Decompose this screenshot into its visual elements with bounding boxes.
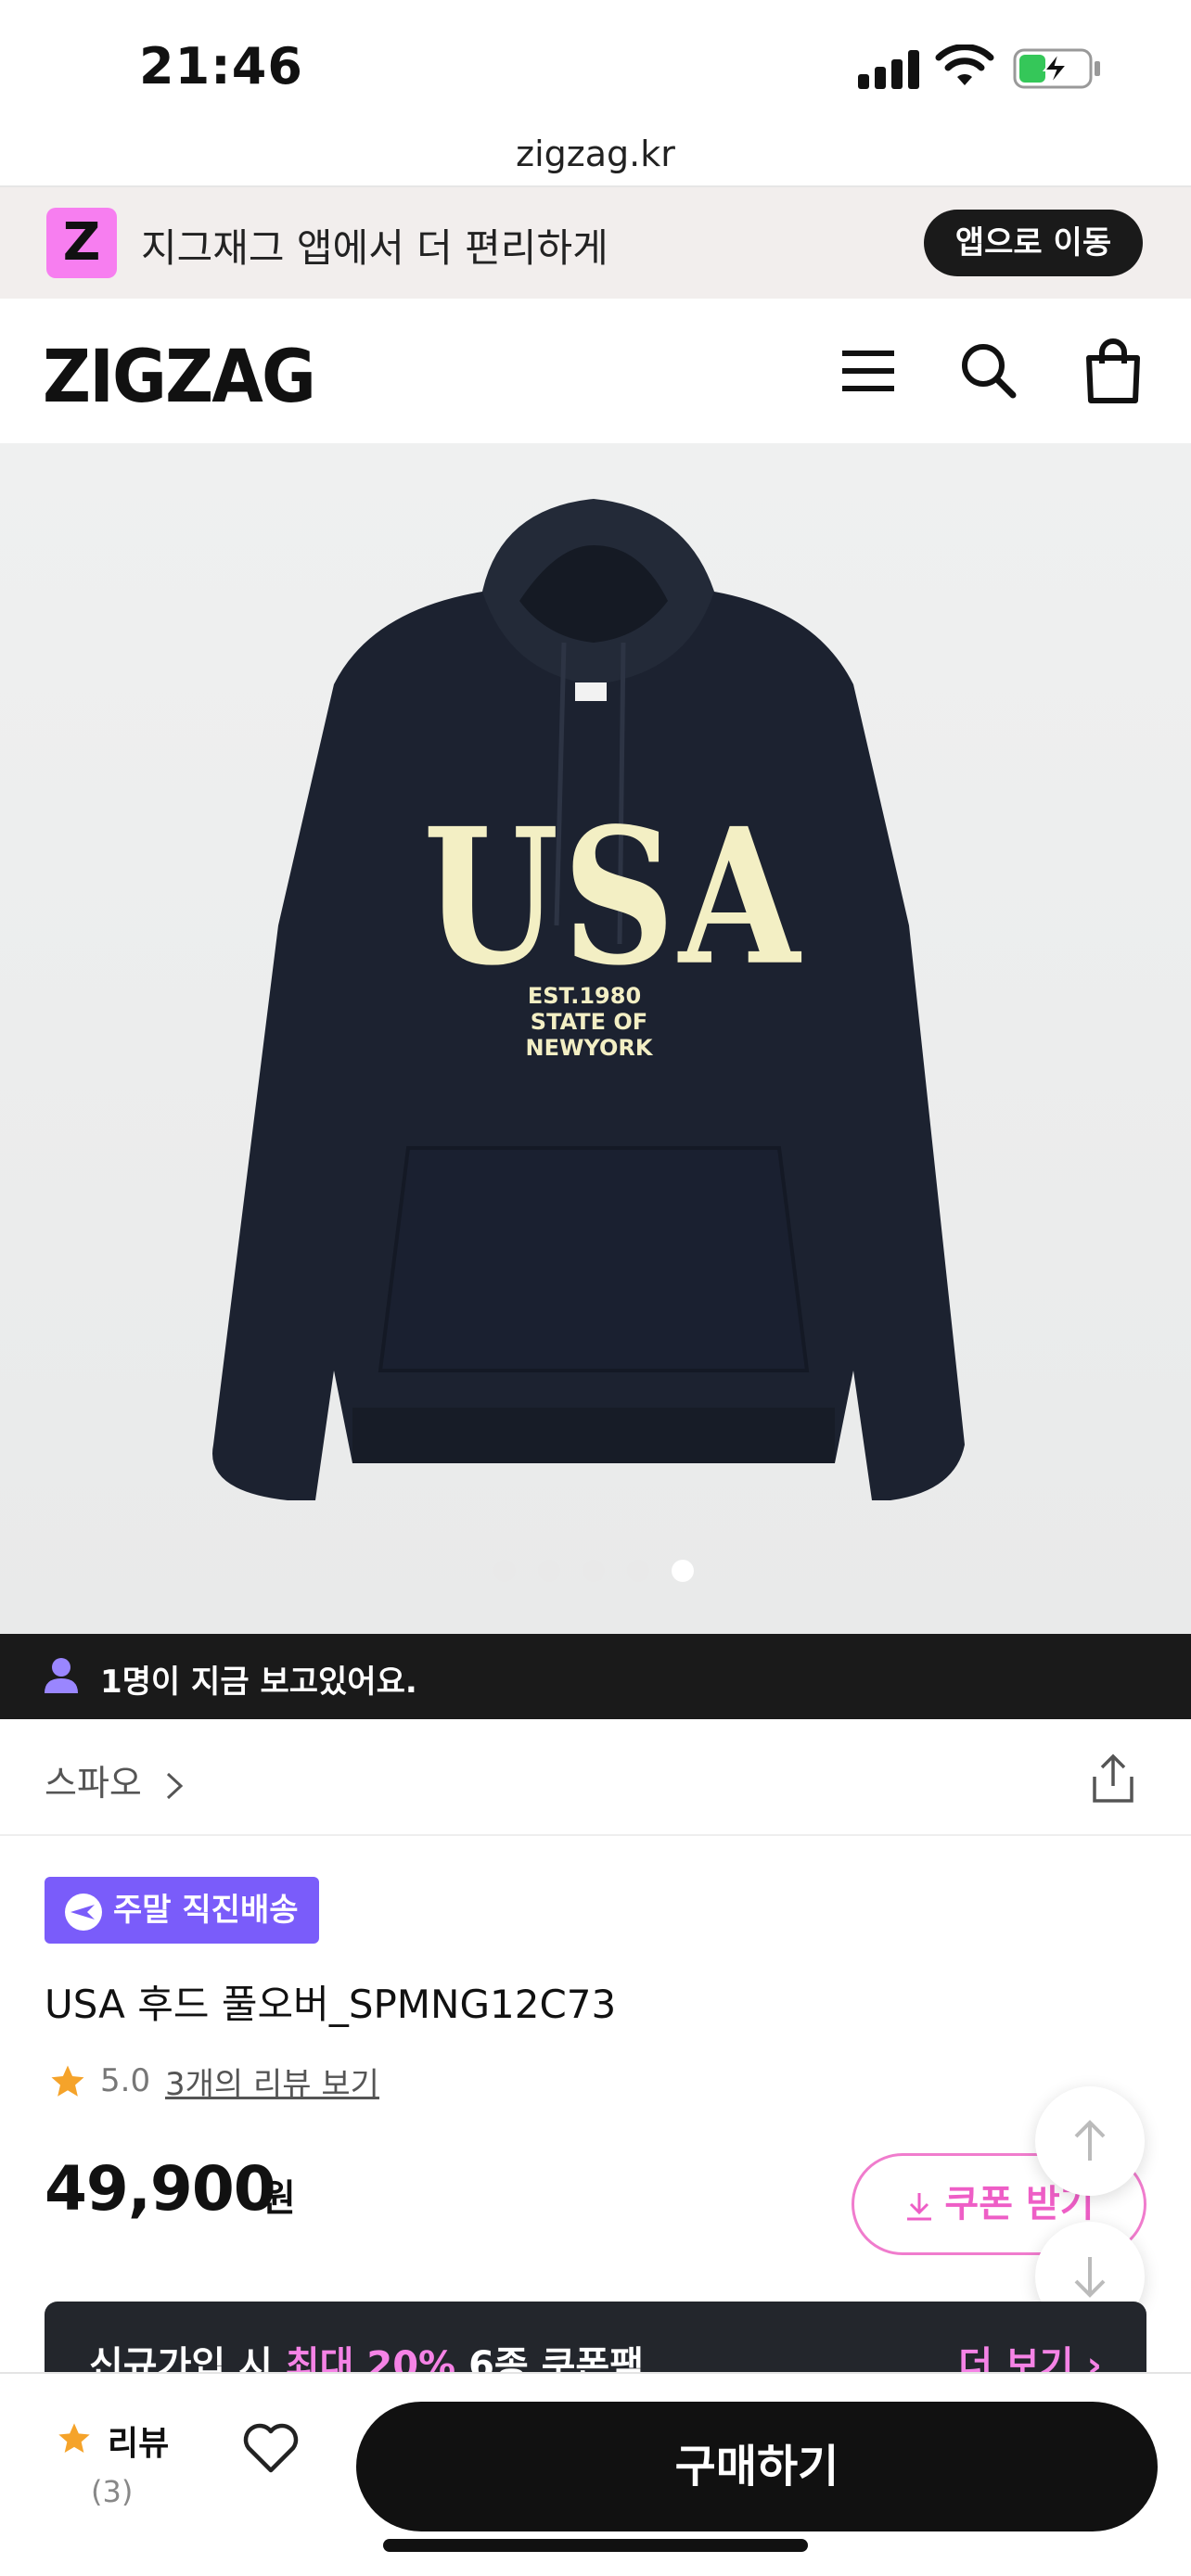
download-icon xyxy=(907,2193,932,2221)
browser-url-bar[interactable]: zigzag.kr xyxy=(0,130,1191,187)
carousel-dot[interactable] xyxy=(493,1560,516,1582)
brand-row: 스파오 xyxy=(0,1719,1191,1836)
product-price: 49,900 xyxy=(45,2153,276,2225)
carousel-dot[interactable] xyxy=(583,1560,605,1582)
hoodie-print-state: STATE OF NEWYORK xyxy=(525,1009,653,1061)
zigzag-app-logo: Z xyxy=(46,208,117,278)
product-page: 21:46 zigzag.kr Z 지그재그 앱에서 더 편리하게 앱으로 이동… xyxy=(0,0,1191,2576)
zigzag-logo[interactable]: ZIGZAG xyxy=(43,336,316,419)
shopping-bag-icon[interactable] xyxy=(1078,336,1148,406)
status-bar: 21:46 xyxy=(0,0,1191,130)
view-reviews-link[interactable]: 3개의 리뷰 보기 xyxy=(165,2059,379,2104)
search-icon[interactable] xyxy=(954,336,1024,406)
site-header: ZIGZAG xyxy=(0,299,1191,443)
cellular-signal-icon xyxy=(858,48,923,89)
carousel-dot-active[interactable] xyxy=(672,1560,694,1582)
live-viewers-text: 1명이 지금 보고있어요. xyxy=(100,1664,417,1701)
express-delivery-badge: 주말 직진배송 xyxy=(45,1877,319,1944)
star-icon xyxy=(51,2065,84,2097)
brand-link[interactable]: 스파오 xyxy=(45,1754,186,1805)
status-time: 21:46 xyxy=(139,37,303,96)
price-currency: 원 xyxy=(262,2177,296,2220)
app-install-banner: Z 지그재그 앱에서 더 편리하게 앱으로 이동 xyxy=(0,187,1191,299)
star-icon xyxy=(58,2423,90,2453)
hoodie-print-usa: USA xyxy=(423,786,804,1007)
battery-charging-icon xyxy=(1013,48,1100,89)
carousel-dot[interactable] xyxy=(538,1560,560,1582)
rating-value: 5.0 xyxy=(100,2062,151,2099)
share-icon[interactable] xyxy=(1087,1751,1139,1806)
reviews-tab-label: 리뷰 xyxy=(108,2425,170,2463)
carousel-dot[interactable] xyxy=(627,1560,649,1582)
reviews-count: (3) xyxy=(91,2474,134,2509)
arrow-up-icon xyxy=(1074,2120,1106,2161)
home-indicator xyxy=(383,2539,808,2552)
express-delivery-label: 주말 직진배송 xyxy=(113,1892,299,1929)
open-app-button[interactable]: 앱으로 이동 xyxy=(924,210,1143,276)
url-text: zigzag.kr xyxy=(516,134,675,174)
menu-icon[interactable] xyxy=(833,336,903,406)
brand-name: 스파오 xyxy=(45,1763,142,1804)
heart-icon[interactable] xyxy=(241,2420,301,2476)
app-banner-text: 지그재그 앱에서 더 편리하게 xyxy=(141,225,608,271)
hoodie-print-est: EST.1980 xyxy=(527,983,642,1009)
scroll-up-button[interactable] xyxy=(1035,2086,1145,2196)
buy-button[interactable]: 구매하기 xyxy=(356,2402,1158,2531)
person-icon xyxy=(45,1658,78,1693)
chevron-right-icon xyxy=(166,1772,184,1799)
product-name: USA 후드 풀오버_SPMNG12C73 xyxy=(45,1982,617,2027)
wifi-icon xyxy=(935,45,994,85)
product-image[interactable]: USA EST.1980 STATE OF NEWYORK xyxy=(0,443,1191,1634)
delivery-icon xyxy=(65,1893,102,1931)
live-viewers-bar: 1명이 지금 보고있어요. xyxy=(0,1634,1191,1719)
